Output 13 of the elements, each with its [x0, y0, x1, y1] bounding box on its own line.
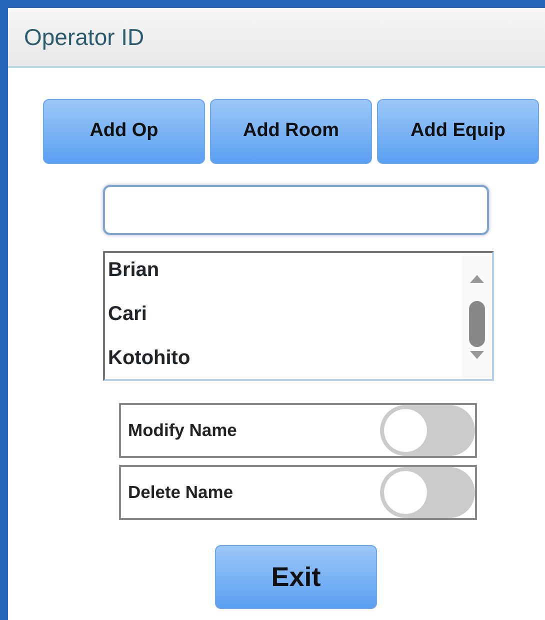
toggle-switch[interactable]	[380, 467, 475, 518]
list-item[interactable]: Kotohito	[105, 341, 462, 385]
name-field[interactable]	[103, 185, 489, 235]
exit-button[interactable]: Exit	[215, 545, 377, 609]
add-button[interactable]: Add Room	[210, 99, 372, 164]
add-button[interactable]: Add Equip	[377, 99, 539, 164]
toggle-switch[interactable]	[380, 405, 475, 456]
list-item[interactable]: Cari	[105, 297, 462, 341]
window-title: Operator ID	[24, 22, 144, 52]
toggle-label: Modify Name	[127, 419, 237, 442]
list-item[interactable]: Brian	[105, 253, 462, 297]
add-button[interactable]: Add Op	[43, 99, 205, 164]
toggle-label: Delete Name	[127, 481, 234, 504]
